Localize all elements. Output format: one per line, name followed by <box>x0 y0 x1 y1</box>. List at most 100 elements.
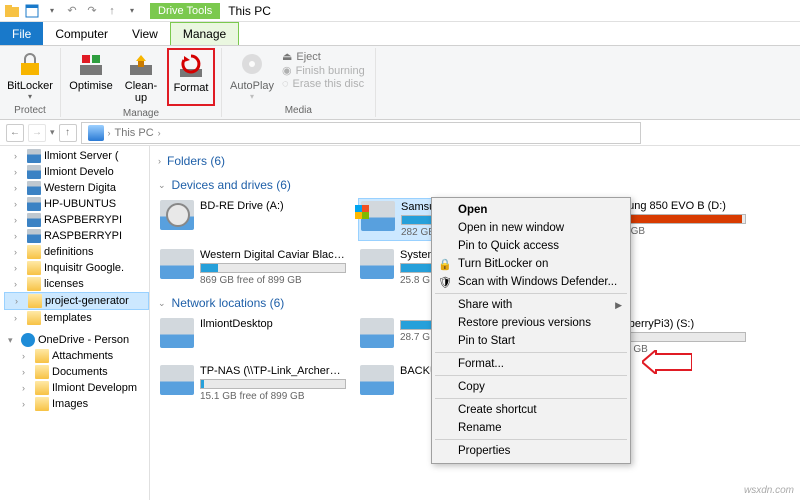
tree-item[interactable]: ›project-generator <box>4 292 149 310</box>
burn-icon: ◉ <box>282 64 292 77</box>
tree-item[interactable]: ›definitions <box>4 244 149 260</box>
tree-item[interactable]: ›Ilmiont Developm <box>4 380 149 396</box>
tree-item[interactable]: ›RASPBERRYPI <box>4 212 149 228</box>
chevron-right-icon[interactable]: › <box>14 279 24 289</box>
nav-tree[interactable]: ›Ilmiont Server (›Ilmiont Develo›Western… <box>0 146 150 500</box>
redo-icon[interactable]: ↷ <box>84 3 100 19</box>
shield-icon: 🛡 <box>438 275 452 289</box>
optimise-icon <box>77 50 105 78</box>
chevron-right-icon[interactable]: › <box>15 296 25 306</box>
tree-item[interactable]: ›Inquisitr Google. <box>4 260 149 276</box>
address-bar[interactable]: › This PC › <box>81 122 641 144</box>
up-icon[interactable]: ↑ <box>104 3 120 19</box>
drive-icon <box>360 365 394 395</box>
tree-item[interactable]: ›Ilmiont Server ( <box>4 148 149 164</box>
qat-more-icon[interactable]: ▾ <box>124 3 140 19</box>
chevron-right-icon: › <box>108 128 111 138</box>
chevron-right-icon[interactable]: › <box>22 383 32 393</box>
format-button[interactable]: Format <box>167 48 215 106</box>
drive-icon <box>361 201 395 231</box>
chevron-right-icon[interactable]: › <box>14 313 24 323</box>
chevron-right-icon[interactable]: › <box>14 167 24 177</box>
drive-icon <box>360 249 394 279</box>
tab-computer[interactable]: Computer <box>43 22 120 45</box>
breadcrumb[interactable]: This PC <box>115 127 154 139</box>
menu-restore[interactable]: Restore previous versions <box>434 314 628 332</box>
menu-pin-quick-access[interactable]: Pin to Quick access <box>434 237 628 255</box>
drive-item[interactable]: BD-RE Drive (A:) <box>158 198 348 241</box>
folder-icon <box>35 365 49 379</box>
menu-copy[interactable]: Copy <box>434 378 628 396</box>
menu-separator <box>435 439 627 440</box>
onedrive-node[interactable]: ▾ OneDrive - Person <box>4 332 149 348</box>
menu-separator <box>435 375 627 376</box>
windows-flag-icon <box>355 205 369 219</box>
properties-icon[interactable] <box>24 3 40 19</box>
group-label-manage: Manage <box>123 106 159 121</box>
drive-item[interactable]: TP-NAS (\\TP-Link_ArcherC7) (W:)15.1 GB … <box>158 363 348 404</box>
qat-dropdown-icon[interactable]: ▾ <box>44 3 60 19</box>
history-dropdown-icon[interactable]: ▾ <box>50 127 55 138</box>
folder-icon <box>27 311 41 325</box>
menu-shortcut[interactable]: Create shortcut <box>434 401 628 419</box>
chevron-right-icon[interactable]: › <box>22 367 32 377</box>
section-devices[interactable]: ⌄Devices and drives (6) <box>158 174 792 198</box>
menu-open[interactable]: Open <box>434 201 628 219</box>
chevron-down-icon[interactable]: ⌄ <box>158 298 166 309</box>
menu-rename[interactable]: Rename <box>434 419 628 437</box>
cleanup-icon <box>127 50 155 78</box>
menu-properties[interactable]: Properties <box>434 442 628 460</box>
chevron-right-icon[interactable]: › <box>14 263 24 273</box>
drive-item[interactable]: IlmiontDesktop <box>158 316 348 357</box>
chevron-right-icon[interactable]: › <box>158 156 161 166</box>
menu-separator <box>435 293 627 294</box>
chevron-right-icon[interactable]: › <box>14 231 24 241</box>
tree-item[interactable]: ›RASPBERRYPI <box>4 228 149 244</box>
finish-burning-button[interactable]: ◉Finish burning <box>282 64 365 77</box>
chevron-right-icon[interactable]: › <box>22 399 32 409</box>
bitlocker-button[interactable]: BitLocker ▾ <box>6 48 54 103</box>
tree-item[interactable]: ›licenses <box>4 276 149 292</box>
tab-file[interactable]: File <box>0 22 43 45</box>
title-bar: ▾ ↶ ↷ ↑ ▾ Drive Tools This PC <box>0 0 800 22</box>
drive-item[interactable]: Western Digital Caviar Black B (H:)869 G… <box>158 247 348 288</box>
chevron-down-icon[interactable]: ▾ <box>8 335 18 346</box>
menu-defender[interactable]: 🛡Scan with Windows Defender... <box>434 273 628 291</box>
section-folders[interactable]: ›Folders (6) <box>158 150 792 174</box>
group-label-protect: Protect <box>14 103 46 118</box>
back-button[interactable]: ← <box>6 124 24 142</box>
eject-button[interactable]: ⏏Eject <box>282 50 365 63</box>
tree-item[interactable]: ›templates <box>4 310 149 326</box>
chevron-right-icon[interactable]: › <box>22 351 32 361</box>
tree-item[interactable]: ›Images <box>4 396 149 412</box>
chevron-right-icon[interactable]: › <box>14 151 24 161</box>
disk-icon <box>27 213 41 227</box>
drive-free: 15.1 GB free of 899 GB <box>200 391 346 402</box>
up-button[interactable]: ↑ <box>59 124 77 142</box>
tree-item[interactable]: ›Documents <box>4 364 149 380</box>
tree-item[interactable]: ›Ilmiont Develo <box>4 164 149 180</box>
chevron-right-icon: › <box>158 128 161 138</box>
menu-format[interactable]: Format... <box>434 355 628 373</box>
tab-view[interactable]: View <box>120 22 170 45</box>
chevron-right-icon[interactable]: › <box>14 183 24 193</box>
tree-item[interactable]: ›HP-UBUNTUS <box>4 196 149 212</box>
chevron-down-icon[interactable]: ⌄ <box>158 180 166 191</box>
optimise-button[interactable]: Optimise <box>67 48 115 106</box>
tree-item[interactable]: ›Attachments <box>4 348 149 364</box>
menu-share[interactable]: Share with▶ <box>434 296 628 314</box>
menu-bitlocker[interactable]: 🔒Turn BitLocker on <box>434 255 628 273</box>
chevron-right-icon[interactable]: › <box>14 199 24 209</box>
autoplay-button[interactable]: AutoPlay ▾ <box>228 48 276 103</box>
menu-open-new-window[interactable]: Open in new window <box>434 219 628 237</box>
menu-pin-start[interactable]: Pin to Start <box>434 332 628 350</box>
cleanup-button[interactable]: Clean-up <box>117 48 165 106</box>
tree-item[interactable]: ›Western Digita <box>4 180 149 196</box>
chevron-right-icon[interactable]: › <box>14 215 24 225</box>
forward-button[interactable]: → <box>28 124 46 142</box>
erase-disc-button[interactable]: ◌Erase this disc <box>282 78 365 90</box>
undo-icon[interactable]: ↶ <box>64 3 80 19</box>
chevron-right-icon[interactable]: › <box>14 247 24 257</box>
drive-tools-context-tab[interactable]: Drive Tools <box>150 3 220 19</box>
tab-manage[interactable]: Manage <box>170 22 239 45</box>
